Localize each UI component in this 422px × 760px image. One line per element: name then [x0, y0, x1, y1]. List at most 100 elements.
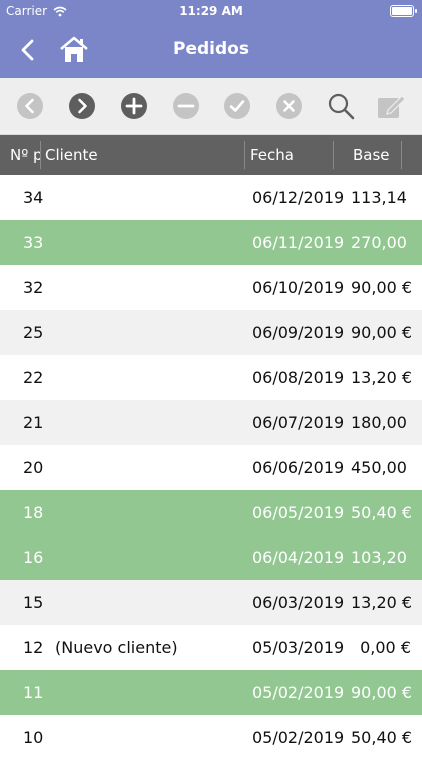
- previous-icon: [17, 93, 43, 119]
- table-row[interactable]: 16 06/04/2019 103,20 €: [0, 535, 422, 580]
- order-number-cell: 21: [23, 413, 44, 432]
- date-cell: 06/06/2019: [252, 458, 345, 477]
- date-cell: 05/02/2019: [252, 728, 345, 747]
- date-cell: 06/03/2019: [252, 593, 345, 612]
- order-number-cell: 15: [23, 593, 44, 612]
- client-cell: (Nuevo cliente): [55, 638, 178, 657]
- client-cell: [55, 400, 245, 445]
- base-cell: 13,20 €: [351, 368, 411, 387]
- header-order-number[interactable]: Nº pedido: [10, 135, 40, 175]
- order-number-cell: 12: [23, 638, 44, 657]
- client-cell: [55, 355, 245, 400]
- base-cell: 180,00 €: [351, 413, 411, 432]
- base-cell: 50,40 €: [351, 503, 411, 522]
- search-button[interactable]: [327, 92, 355, 120]
- date-cell: 06/09/2019: [252, 323, 345, 342]
- table-row[interactable]: 32 06/10/2019 90,00 €: [0, 265, 422, 310]
- order-number-cell: 33: [23, 233, 44, 252]
- base-cell: 90,00 €: [351, 683, 411, 702]
- add-icon: [121, 93, 147, 119]
- base-cell: 13,20 €: [351, 593, 411, 612]
- toolbar: [0, 78, 422, 135]
- date-cell: 05/02/2019: [252, 683, 345, 702]
- client-cell: [55, 265, 245, 310]
- home-icon: [60, 36, 88, 62]
- base-cell: 113,14 €: [351, 188, 411, 207]
- table-row[interactable]: 22 06/08/2019 13,20 €: [0, 355, 422, 400]
- table-row[interactable]: 12 (Nuevo cliente) 05/03/2019 0,00 €: [0, 625, 422, 670]
- table-row[interactable]: 21 06/07/2019 180,00 €: [0, 400, 422, 445]
- carrier-label: Carrier: [6, 4, 48, 18]
- client-cell: [55, 715, 245, 760]
- back-button[interactable]: [14, 36, 42, 64]
- battery-icon: [390, 5, 417, 17]
- client-cell: [55, 490, 245, 535]
- order-number-cell: 34: [23, 188, 44, 207]
- cancel-icon: [276, 93, 302, 119]
- edit-icon: [378, 95, 406, 118]
- next-button[interactable]: [68, 92, 96, 120]
- date-cell: 06/05/2019: [252, 503, 345, 522]
- base-cell: 50,40 €: [351, 728, 411, 747]
- home-button[interactable]: [58, 34, 90, 66]
- remove-button[interactable]: [172, 92, 200, 120]
- column-divider: [244, 141, 245, 169]
- table-row[interactable]: 25 06/09/2019 90,00 €: [0, 310, 422, 355]
- nav-bar: Pedidos: [0, 22, 422, 78]
- order-number-cell: 32: [23, 278, 44, 297]
- status-bar: Carrier 11:29 AM: [0, 0, 422, 22]
- table-row[interactable]: 15 06/03/2019 13,20 €: [0, 580, 422, 625]
- column-divider: [401, 141, 402, 169]
- add-button[interactable]: [120, 92, 148, 120]
- confirm-icon: [224, 93, 250, 119]
- edit-button[interactable]: [376, 92, 406, 120]
- order-number-cell: 11: [23, 683, 44, 702]
- column-divider: [333, 141, 334, 169]
- header-date[interactable]: Fecha: [250, 135, 330, 175]
- battery-level: [392, 7, 412, 15]
- client-cell: [55, 220, 245, 265]
- date-cell: 06/08/2019: [252, 368, 345, 387]
- search-icon: [328, 93, 355, 120]
- previous-button[interactable]: [16, 92, 44, 120]
- date-cell: 06/12/2019: [252, 188, 345, 207]
- date-cell: 06/07/2019: [252, 413, 345, 432]
- wifi-icon: [53, 6, 67, 16]
- base-cell: 270,00 €: [351, 233, 411, 252]
- orders-table: 34 06/12/2019 113,14 € 33 06/11/2019 270,00 €…: [0, 175, 422, 760]
- table-row[interactable]: 20 06/06/2019 450,00 €: [0, 445, 422, 490]
- base-cell: 103,20 €: [351, 548, 411, 567]
- remove-icon: [173, 93, 199, 119]
- header-base[interactable]: Base: [353, 135, 403, 175]
- table-header: Nº pedido Cliente Fecha Base: [0, 135, 422, 175]
- client-cell: [55, 445, 245, 490]
- client-cell: [55, 580, 245, 625]
- table-row[interactable]: 33 06/11/2019 270,00 €: [0, 220, 422, 265]
- client-cell: [55, 310, 245, 355]
- status-time: 11:29 AM: [179, 4, 243, 18]
- column-divider: [40, 141, 41, 169]
- date-cell: 06/04/2019: [252, 548, 345, 567]
- table-row[interactable]: 11 05/02/2019 90,00 €: [0, 670, 422, 715]
- base-cell: 450,00 €: [351, 458, 411, 477]
- order-number-cell: 25: [23, 323, 44, 342]
- table-row[interactable]: 18 06/05/2019 50,40 €: [0, 490, 422, 535]
- page-title: Pedidos: [173, 39, 249, 59]
- order-number-cell: 18: [23, 503, 44, 522]
- header-client[interactable]: Cliente: [45, 135, 235, 175]
- client-cell: [55, 670, 245, 715]
- date-cell: 06/10/2019: [252, 278, 345, 297]
- order-number-cell: 16: [23, 548, 44, 567]
- cancel-button[interactable]: [275, 92, 303, 120]
- base-cell: 90,00 €: [351, 323, 411, 342]
- table-row[interactable]: 10 05/02/2019 50,40 €: [0, 715, 422, 760]
- table-row[interactable]: 34 06/12/2019 113,14 €: [0, 175, 422, 220]
- client-cell: [55, 535, 245, 580]
- date-cell: 06/11/2019: [252, 233, 345, 252]
- carrier: Carrier: [6, 4, 67, 18]
- order-number-cell: 22: [23, 368, 44, 387]
- next-icon: [69, 93, 95, 119]
- confirm-button[interactable]: [223, 92, 251, 120]
- chevron-left-icon: [21, 39, 34, 61]
- base-cell: 0,00 €: [360, 638, 411, 657]
